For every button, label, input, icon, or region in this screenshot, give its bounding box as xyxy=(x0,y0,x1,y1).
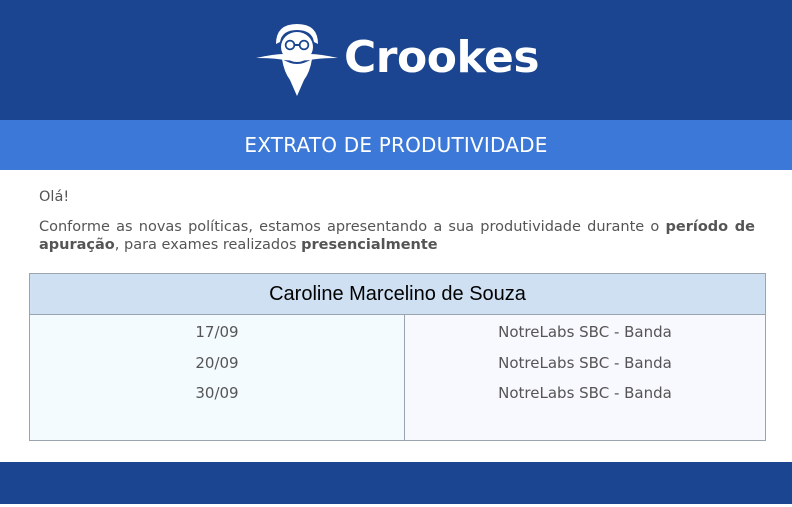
email-header: Crookes xyxy=(0,0,792,120)
intro-text-part1: Conforme as novas políticas, estamos apr… xyxy=(39,219,666,235)
locations-column: NotreLabs SBC - Banda NotreLabs SBC - Ba… xyxy=(405,315,765,440)
productivity-table: 17/09 20/09 30/09 NotreLabs SBC - Banda … xyxy=(30,315,765,440)
location-cell: NotreLabs SBC - Banda xyxy=(498,323,672,341)
greeting-text: Olá! xyxy=(39,189,70,205)
message-body: Olá! Conforme as novas políticas, estamo… xyxy=(39,186,755,254)
location-cell: NotreLabs SBC - Banda xyxy=(498,353,672,372)
location-cell: NotreLabs SBC - Banda xyxy=(498,384,672,402)
intro-text-part2: , para exames realizados xyxy=(114,237,302,253)
report-title-banner: EXTRATO DE PRODUTIVIDADE xyxy=(0,120,792,170)
mascot-logo-icon xyxy=(256,24,338,96)
intro-bold-mode: presencialmente xyxy=(301,237,438,253)
intro-paragraph: Conforme as novas políticas, estamos apr… xyxy=(39,218,755,254)
date-cell: 17/09 xyxy=(195,323,239,341)
brand-logo: Crookes xyxy=(254,20,554,100)
date-cell: 20/09 xyxy=(195,353,239,372)
date-cell: 30/09 xyxy=(195,384,239,402)
email-footer xyxy=(0,462,792,504)
brand-name: Crookes xyxy=(344,32,540,83)
professional-name: Caroline Marcelino de Souza xyxy=(30,274,765,315)
dates-column: 17/09 20/09 30/09 xyxy=(30,315,405,440)
productivity-card: Caroline Marcelino de Souza 17/09 20/09 … xyxy=(29,273,766,441)
